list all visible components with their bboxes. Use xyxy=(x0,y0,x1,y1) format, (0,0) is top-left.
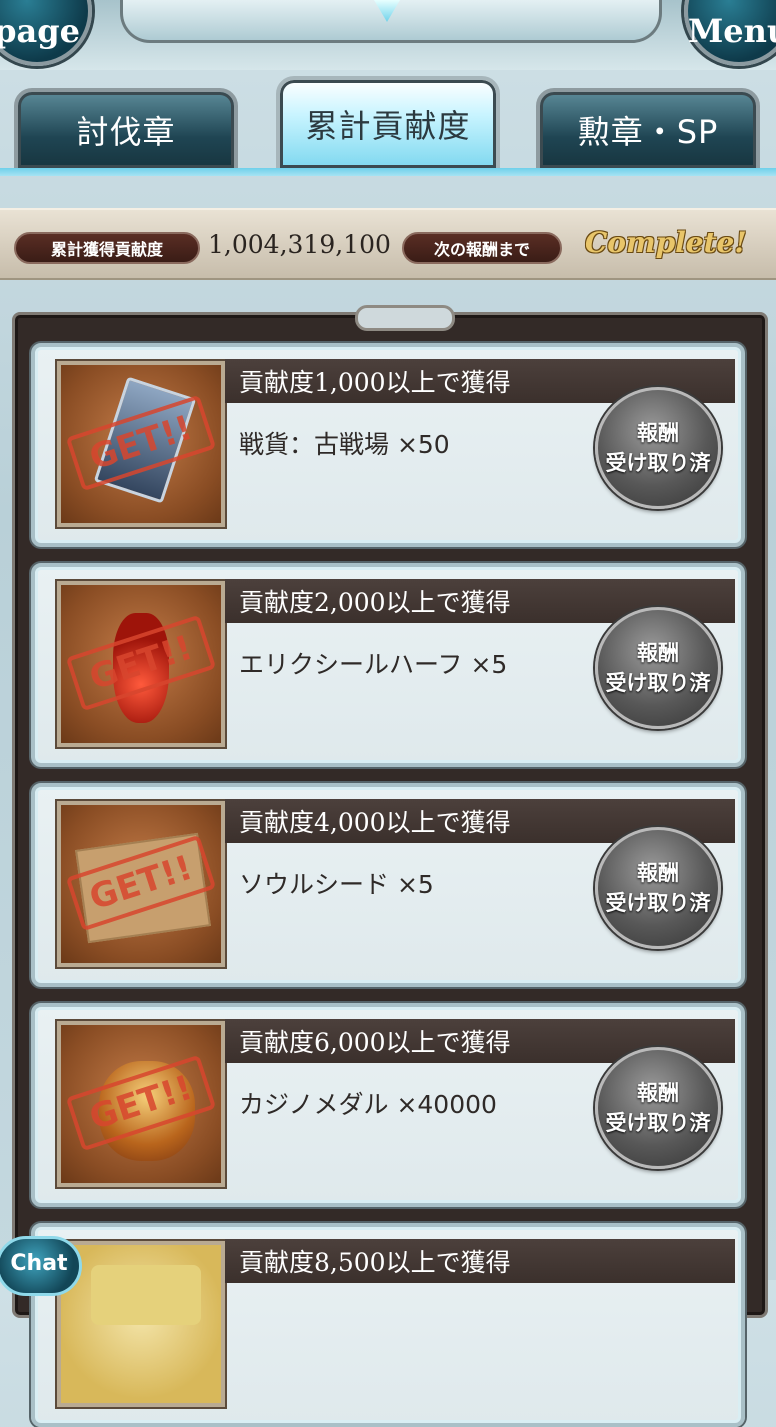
total-contribution-label: 累計獲得貢献度 xyxy=(14,232,200,264)
reward-list[interactable]: GET!! 貢献度1,000以上で獲得 戦貨：古戦場 ×50 報酬 受け取り済 … xyxy=(12,305,768,1427)
top-header: page Menu xyxy=(0,0,776,70)
reward-claimed-button[interactable]: 報酬 受け取り済 xyxy=(595,827,721,949)
reward-row: GET!! 貢献度4,000以上で獲得 ソウルシード ×5 報酬 受け取り済 xyxy=(31,783,745,987)
total-contribution-value: 1,004,319,100 xyxy=(208,230,391,259)
claimed-line2: 受け取り済 xyxy=(605,671,711,695)
summary-bar: 累計獲得貢献度 1,004,319,100 次の報酬まで Complete! xyxy=(0,208,776,280)
reward-thumbnail: GET!! xyxy=(57,581,225,747)
claimed-line1: 報酬 xyxy=(637,421,679,445)
reward-item-icon xyxy=(91,1265,201,1325)
reward-claimed-button[interactable]: 報酬 受け取り済 xyxy=(595,387,721,509)
reward-item-name: ソウルシード ×5 xyxy=(239,870,434,899)
tab-total-contribution[interactable]: 累計貢献度 xyxy=(276,76,500,172)
reward-row: GET!! 貢献度6,000以上で獲得 カジノメダル ×40000 報酬 受け取… xyxy=(31,1003,745,1207)
claimed-line2: 受け取り済 xyxy=(605,891,711,915)
tab-medals-sp[interactable]: 勲章・SP xyxy=(536,88,760,172)
claimed-line1: 報酬 xyxy=(637,641,679,665)
reward-item-name: エリクシールハーフ ×5 xyxy=(239,650,508,679)
reward-row: GET!! 貢献度1,000以上で獲得 戦貨：古戦場 ×50 報酬 受け取り済 xyxy=(31,343,745,547)
reward-item-name: カジノメダル ×40000 xyxy=(239,1090,497,1119)
tab-bar: 討伐章 勲章・SP 累計貢献度 xyxy=(0,76,776,180)
reward-claimed-button[interactable]: 報酬 受け取り済 xyxy=(595,607,721,729)
claimed-line1: 報酬 xyxy=(637,1081,679,1105)
menu-button[interactable]: Menu xyxy=(684,0,776,66)
reward-requirement: 貢献度8,500以上で獲得 xyxy=(225,1239,735,1283)
page-button[interactable]: page xyxy=(0,0,92,66)
claimed-line1: 報酬 xyxy=(637,861,679,885)
claimed-line2: 受け取り済 xyxy=(605,1111,711,1135)
reward-thumbnail: GET!! xyxy=(57,1021,225,1187)
tab-underline xyxy=(0,168,776,176)
reward-thumbnail: GET!! xyxy=(57,801,225,967)
reward-row: GET!! 貢献度2,000以上で獲得 エリクシールハーフ ×5 報酬 受け取り… xyxy=(31,563,745,767)
next-reward-label: 次の報酬まで xyxy=(402,232,562,264)
reward-thumbnail xyxy=(57,1241,225,1407)
reward-row: 貢献度8,500以上で獲得 xyxy=(31,1223,745,1427)
frame-ornament xyxy=(355,305,455,331)
tab-subjugation[interactable]: 討伐章 xyxy=(14,88,238,172)
reward-claimed-button[interactable]: 報酬 受け取り済 xyxy=(595,1047,721,1169)
complete-status: Complete! xyxy=(585,226,747,259)
reward-thumbnail: GET!! xyxy=(57,361,225,527)
reward-item-name: 戦貨：古戦場 ×50 xyxy=(239,430,450,459)
chat-button[interactable]: Chat xyxy=(0,1236,82,1296)
claimed-line2: 受け取り済 xyxy=(605,451,711,475)
